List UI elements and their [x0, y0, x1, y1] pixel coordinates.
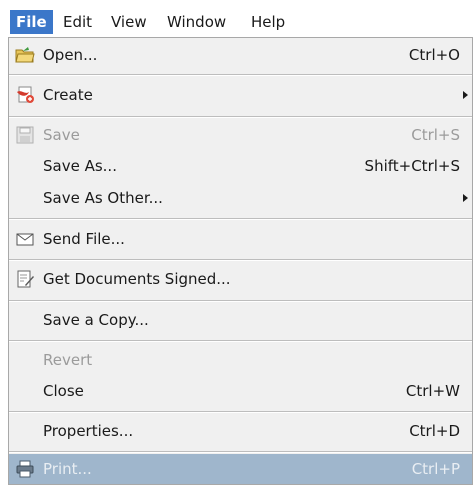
menu-item-save-a-copy[interactable]: Save a Copy... — [9, 305, 472, 335]
menu-item-save-as-other[interactable]: Save As Other... — [9, 183, 472, 213]
menu-item-send-file[interactable]: Send File... — [9, 224, 472, 254]
menu-item-label: Print... — [43, 460, 92, 478]
menu-item-label: Save As Other... — [43, 189, 163, 207]
menu-bar: File Edit View Window Help — [0, 0, 473, 40]
menu-item-shortcut: Ctrl+S — [411, 126, 460, 144]
menu-item-label: Open... — [43, 46, 98, 64]
menu-separator — [9, 300, 472, 302]
envelope-icon — [15, 230, 35, 248]
file-menu-dropdown: Open... Ctrl+O Create Save Ctrl+S Save A… — [8, 37, 473, 485]
menu-item-label: Save a Copy... — [43, 311, 149, 329]
menu-item-revert[interactable]: Revert — [9, 345, 472, 375]
printer-icon — [15, 460, 35, 478]
menu-item-shortcut: Shift+Ctrl+S — [364, 157, 460, 175]
save-disk-icon — [15, 126, 35, 144]
menu-separator — [9, 411, 472, 413]
menu-separator — [9, 259, 472, 261]
menu-item-label: Create — [43, 86, 93, 104]
menu-item-label: Properties... — [43, 422, 134, 440]
menu-item-save-as[interactable]: Save As... Shift+Ctrl+S — [9, 151, 472, 181]
menu-item-close[interactable]: Close Ctrl+W — [9, 376, 472, 406]
menu-help[interactable]: Help — [245, 10, 291, 34]
menu-separator — [9, 218, 472, 220]
sign-document-icon — [15, 270, 35, 288]
menu-item-label: Get Documents Signed... — [43, 270, 231, 288]
menu-item-label: Close — [43, 382, 84, 400]
menu-view[interactable]: View — [105, 10, 153, 34]
menu-file[interactable]: File — [10, 10, 53, 34]
menu-item-shortcut: Ctrl+W — [405, 382, 460, 400]
create-pdf-icon — [15, 86, 35, 104]
menu-item-create[interactable]: Create — [9, 80, 472, 110]
menu-separator — [9, 340, 472, 342]
menu-separator — [9, 74, 472, 76]
menu-item-label: Send File... — [43, 230, 125, 248]
submenu-arrow-icon — [463, 194, 468, 202]
menu-item-get-documents-signed[interactable]: Get Documents Signed... — [9, 264, 472, 294]
menu-item-label: Save As... — [43, 157, 117, 175]
submenu-arrow-icon — [463, 91, 468, 99]
menu-item-label: Revert — [43, 351, 93, 369]
menu-item-shortcut: Ctrl+O — [408, 46, 460, 64]
menu-window[interactable]: Window — [161, 10, 232, 34]
menu-separator — [9, 116, 472, 118]
menu-item-shortcut: Ctrl+P — [411, 460, 460, 478]
menu-item-save[interactable]: Save Ctrl+S — [9, 120, 472, 150]
menu-item-print[interactable]: Print... Ctrl+P — [9, 454, 472, 484]
menu-separator — [9, 451, 472, 453]
menu-item-open[interactable]: Open... Ctrl+O — [9, 40, 472, 70]
menu-item-properties[interactable]: Properties... Ctrl+D — [9, 416, 472, 446]
menu-item-label: Save — [43, 126, 80, 144]
menu-item-shortcut: Ctrl+D — [409, 422, 460, 440]
menu-edit[interactable]: Edit — [57, 10, 98, 34]
open-folder-icon — [15, 46, 35, 64]
